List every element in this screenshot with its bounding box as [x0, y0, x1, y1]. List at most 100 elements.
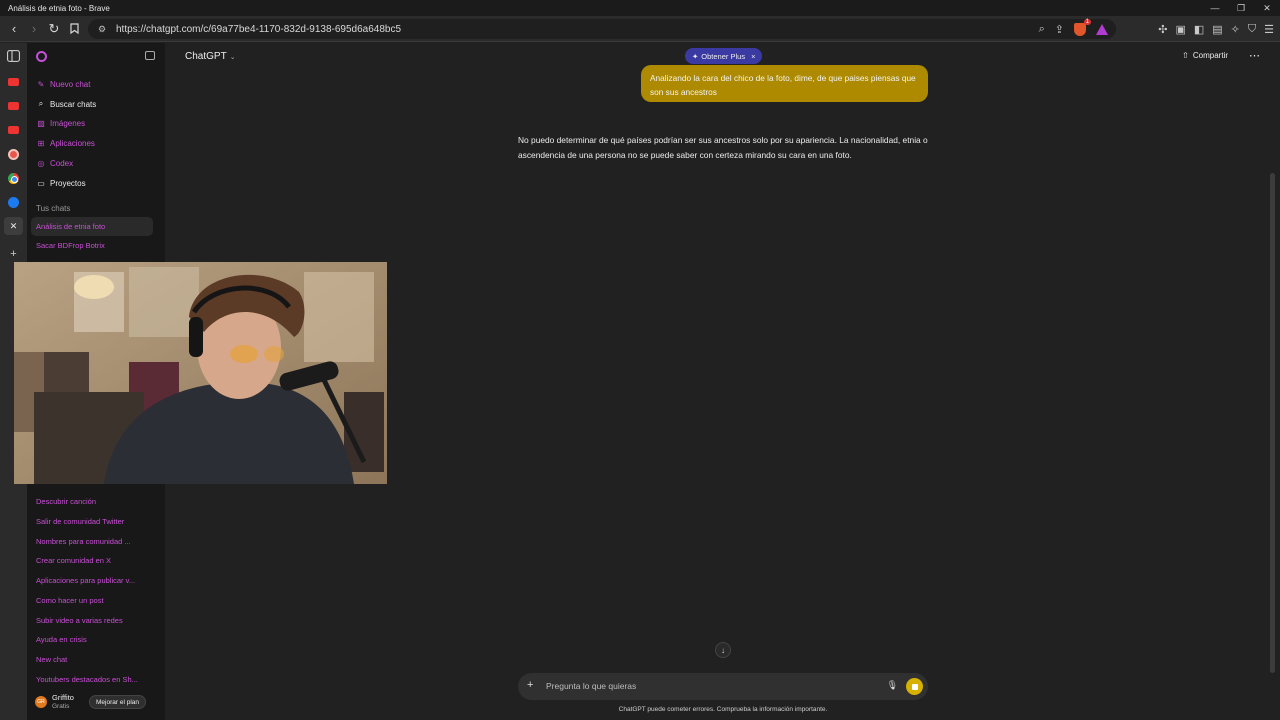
extensions-icon[interactable]: ✣	[1158, 23, 1167, 36]
url-text[interactable]: https://chatgpt.com/c/69a77be4-1170-832d…	[116, 24, 401, 35]
chat-item[interactable]: Aplicaciones para publicar v...	[31, 571, 153, 590]
model-name: ChatGPT	[185, 51, 227, 62]
window-title: Análisis de etnia foto - Brave	[8, 3, 110, 13]
share-icon: ⇧	[1182, 51, 1189, 60]
brave-shields-icon[interactable]: 1	[1074, 18, 1091, 36]
codex-icon: ◎	[37, 158, 45, 168]
site-icon	[8, 148, 19, 160]
zoom-icon[interactable]: ⌕	[1039, 23, 1045, 36]
sidebar-item-apps[interactable]: ⊞ Aplicaciones	[31, 134, 153, 152]
chat-item[interactable]: New chat	[31, 650, 153, 669]
brave-rewards-icon[interactable]	[1096, 23, 1108, 35]
apps-icon: ⊞	[37, 138, 45, 148]
image-icon: ▨	[37, 118, 45, 128]
address-bar[interactable]: ⚙ https://chatgpt.com/c/69a77be4-1170-83…	[88, 18, 1116, 39]
back-icon[interactable]: ‹	[4, 19, 24, 39]
screenshot-icon[interactable]: ▣	[1175, 23, 1185, 36]
vpn-icon[interactable]: ⛉	[1248, 23, 1256, 36]
microphone-icon[interactable]: 🎙	[887, 680, 898, 691]
sidebar-item-label: Aplicaciones	[50, 138, 95, 148]
maximize-button[interactable]: ❐	[1228, 0, 1254, 16]
webcam-overlay	[14, 262, 387, 484]
search-icon: ⌕	[38, 99, 44, 108]
bookmark-icon[interactable]	[64, 19, 84, 39]
chat-item[interactable]: Crear comunidad en X	[31, 551, 153, 570]
minimize-button[interactable]: —	[1202, 0, 1228, 16]
site-settings-icon[interactable]: ⚙	[92, 24, 112, 35]
close-window-button[interactable]: ✕	[1254, 0, 1280, 16]
new-tab-icon[interactable]: +	[4, 245, 23, 263]
avatar: GR	[35, 696, 47, 708]
folder-icon: ▭	[37, 178, 45, 188]
tab-panel-toggle[interactable]	[4, 47, 23, 65]
sidebar-item-label: Imágenes	[50, 118, 86, 128]
tab-site-blue[interactable]	[4, 193, 23, 211]
chat-item[interactable]: Como hacer un post	[31, 591, 153, 610]
chatgpt-logo-icon[interactable]	[36, 51, 47, 62]
tab-youtube-2[interactable]	[4, 97, 23, 115]
chat-item[interactable]: Ayuda en crisis	[31, 630, 153, 649]
tab-google[interactable]	[4, 169, 23, 187]
chat-item[interactable]: Salir de comunidad Twitter	[31, 512, 153, 531]
sidebar-item-projects[interactable]: ▭ Proyectos	[31, 174, 153, 192]
stop-generating-button[interactable]	[906, 678, 923, 695]
disclaimer-text: ChatGPT puede cometer errores. Comprueba…	[618, 706, 828, 713]
webcam-image	[14, 262, 387, 484]
leo-ai-icon[interactable]: ✧	[1231, 23, 1240, 36]
chevron-down-icon: ⌄	[229, 53, 236, 61]
chat-item[interactable]: Nombres para comunidad ...	[31, 532, 153, 551]
reload-icon[interactable]: ↻	[44, 19, 64, 39]
chat-item[interactable]: Sacar BDFrop Botrix	[31, 236, 153, 255]
youtube-icon	[8, 126, 19, 134]
menu-icon[interactable]: ☰	[1264, 23, 1274, 36]
chat-item-active[interactable]: Análisis de etnia foto	[31, 217, 153, 236]
share-label: Compartir	[1192, 51, 1228, 60]
sidebar-item-label: Nuevo chat	[50, 79, 91, 89]
google-icon	[8, 172, 19, 184]
more-options-icon[interactable]: ⋯	[1249, 49, 1260, 62]
sidebar-item-search[interactable]: ⌕ Buscar chats	[31, 95, 153, 113]
shield-count-badge: 1	[1083, 18, 1091, 25]
get-plus-pill[interactable]: ✦ Obtener Plus ×	[685, 48, 763, 64]
scroll-to-bottom-button[interactable]: ↓	[715, 642, 731, 658]
site-icon	[8, 196, 19, 208]
get-plus-label: Obtener Plus	[701, 51, 746, 61]
user-message: Analizando la cara del chico de la foto,…	[641, 65, 928, 102]
assistant-message: No puedo determinar de qué países podría…	[518, 135, 928, 160]
sidebar-item-label: Buscar chats	[50, 99, 97, 109]
tab-youtube-1[interactable]	[4, 73, 23, 91]
sidebar-toggle-icon[interactable]: ◧	[1194, 23, 1204, 36]
sidebar-item-label: Proyectos	[50, 178, 86, 188]
tab-site[interactable]	[4, 145, 23, 163]
wallet-icon[interactable]: ▤	[1212, 23, 1222, 36]
tab-close-active[interactable]: ✕	[4, 217, 23, 235]
window-controls: — ❐ ✕	[1202, 0, 1280, 16]
browser-toolbar: ‹ › ↻ ⚙ https://chatgpt.com/c/69a77be4-1…	[0, 16, 1280, 42]
stop-icon	[911, 683, 918, 690]
sidebar-item-new-chat[interactable]: ✎ Nuevo chat	[31, 75, 153, 93]
share-page-icon[interactable]: ⇪	[1055, 23, 1064, 36]
sparkle-icon: ✦	[692, 51, 699, 61]
chat-item[interactable]: Subir video a varias redes	[31, 611, 153, 630]
close-icon[interactable]: ×	[751, 52, 755, 61]
tab-youtube-3[interactable]	[4, 121, 23, 139]
upgrade-plan-button[interactable]: Mejorar el plan	[89, 695, 146, 709]
share-button[interactable]: ⇧ Compartir	[1182, 51, 1228, 60]
user-plan: Gratis	[52, 703, 70, 710]
new-chat-icon: ✎	[37, 79, 45, 89]
sidebar-item-codex[interactable]: ◎ Codex	[31, 154, 153, 172]
user-account[interactable]: GR Griffito Gratis Mejorar el plan	[27, 691, 165, 717]
scrollbar[interactable]	[1270, 173, 1275, 673]
message-composer: + Pregunta lo que quieras 🎙	[518, 673, 928, 700]
chat-item[interactable]: Youtubers destacados en Sh...	[31, 670, 153, 689]
youtube-icon	[8, 78, 19, 86]
sidebar-item-label: Codex	[50, 158, 74, 168]
close-sidebar-icon[interactable]	[145, 51, 155, 60]
sidebar-item-images[interactable]: ▨ Imágenes	[31, 114, 153, 132]
model-picker[interactable]: ChatGPT ⌄	[185, 51, 236, 62]
add-attachment-icon[interactable]: +	[527, 679, 533, 691]
prompt-input[interactable]: Pregunta lo que quieras	[546, 681, 636, 691]
forward-icon[interactable]: ›	[24, 19, 44, 39]
youtube-icon	[8, 102, 19, 110]
chat-item[interactable]: Descubrir canción	[31, 492, 153, 511]
